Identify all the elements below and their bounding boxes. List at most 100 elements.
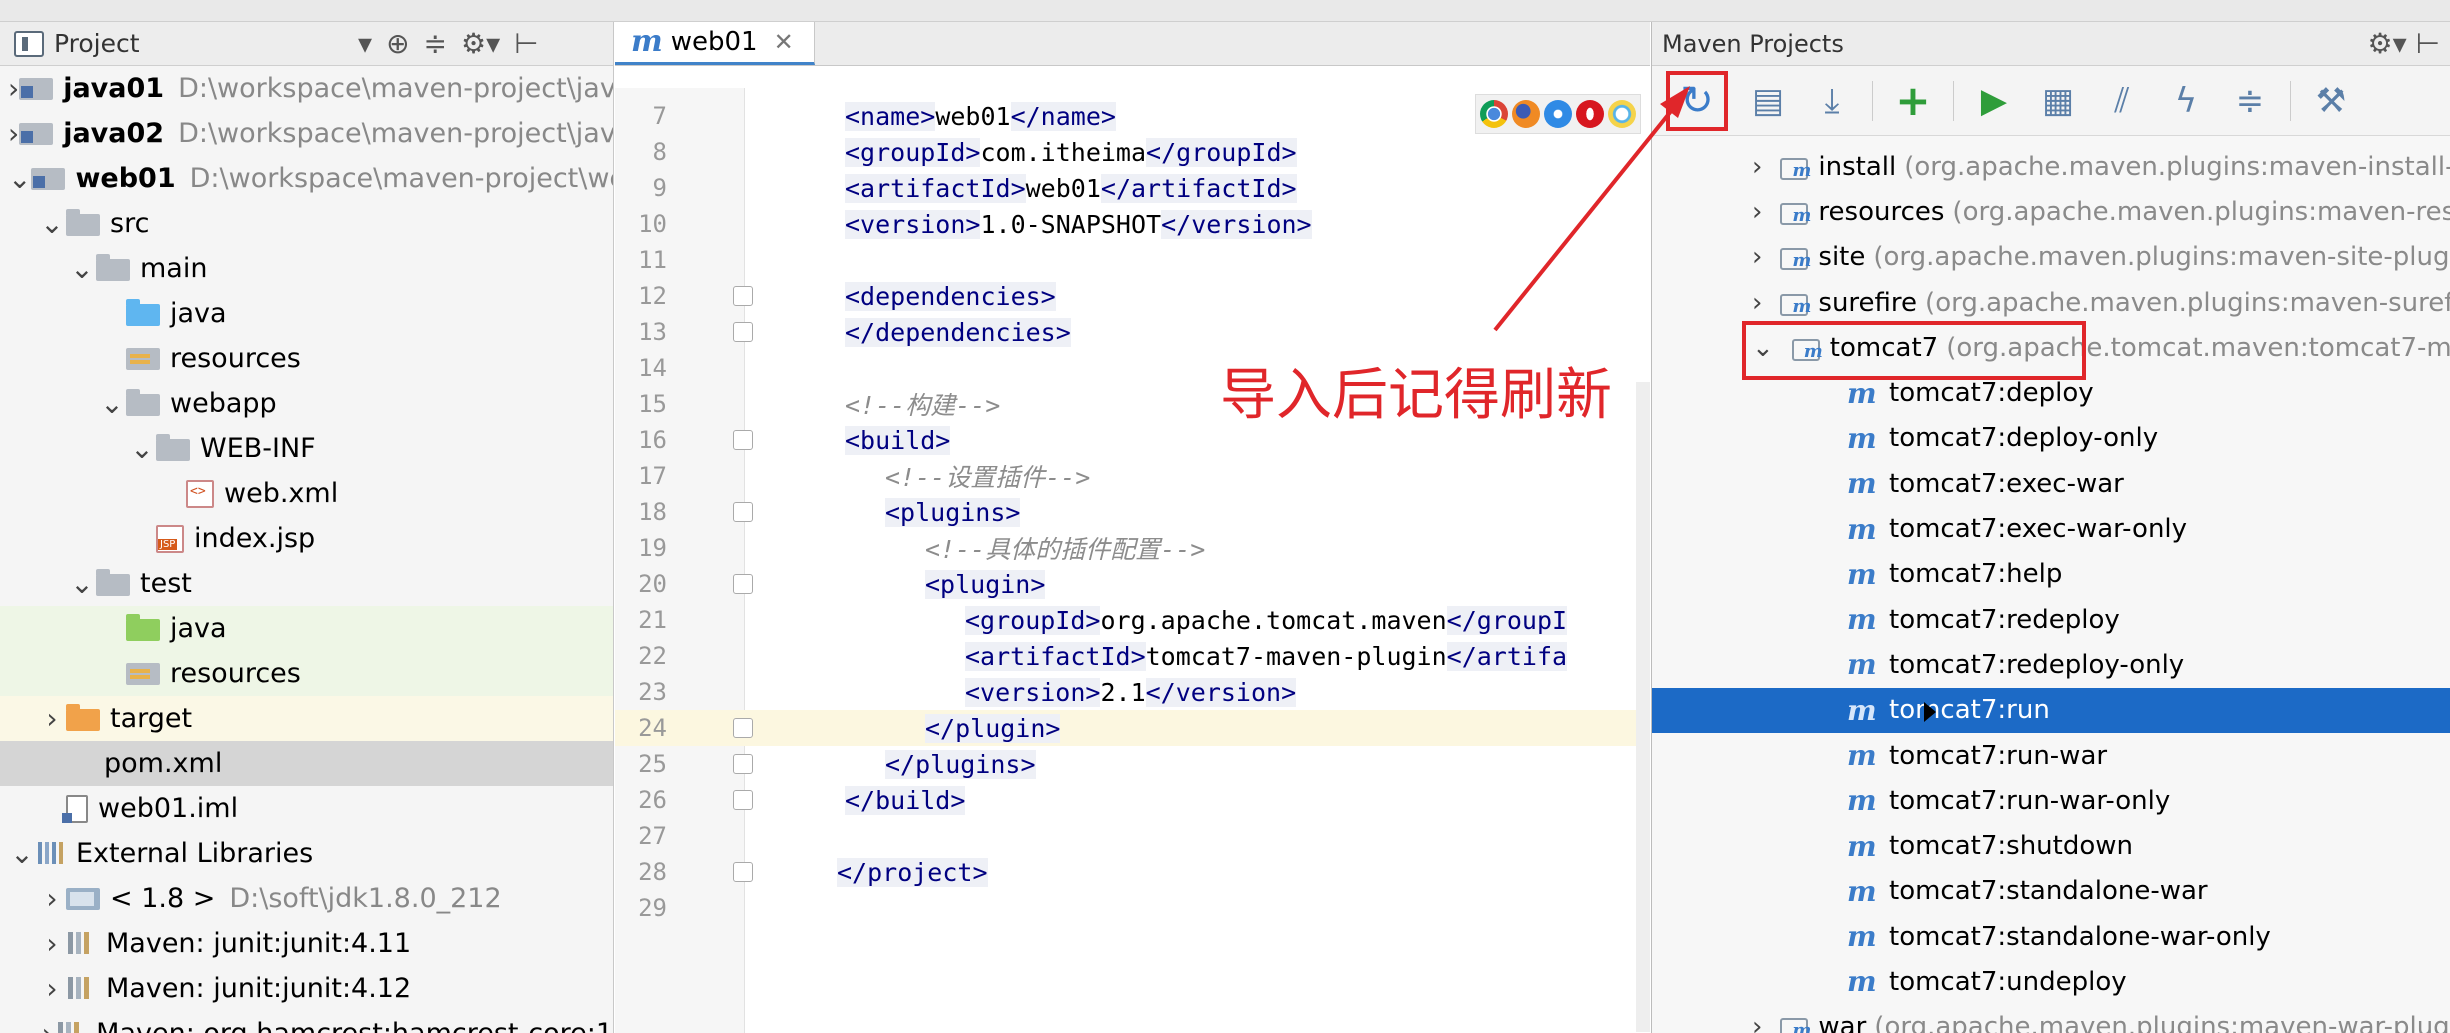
maven-goal-item[interactable]: m tomcat7:run xyxy=(1652,687,2450,733)
editor-scrollbar[interactable] xyxy=(1636,382,1650,1032)
maven-plugin-war[interactable]: › war (org.apache.maven.plugins:maven-war-… xyxy=(1652,1005,2450,1033)
reimport-refresh-icon[interactable]: ↻ xyxy=(1666,70,1728,131)
maven-goal-item[interactable]: m tomcat7:redeploy xyxy=(1652,597,2450,642)
maven-plugin-install[interactable]: › install(org.apache.maven.plugins:maven-… xyxy=(1652,144,2450,189)
maven-plugin-site[interactable]: › site(org.apache.maven.plugins:maven-sit… xyxy=(1652,235,2450,280)
maven-goal-item[interactable]: m tomcat7:exec-war-only xyxy=(1652,506,2450,551)
maven-plugin-tomcat7[interactable]: ⌄ tomcat7(org.apache.tomcat.maven:tomcat7… xyxy=(1652,325,2450,370)
tree-item[interactable]: › java01 D:\workspace\maven-project\jav xyxy=(0,66,613,111)
hide-pane-icon[interactable]: ⊢ xyxy=(514,27,538,60)
expand-arrow-icon[interactable]: ⌄ xyxy=(68,252,96,285)
fold-marker-icon[interactable] xyxy=(733,322,753,342)
expand-arrow-icon[interactable]: › xyxy=(1752,197,1762,227)
tree-item[interactable]: web01.iml xyxy=(0,786,613,831)
fold-marker-icon[interactable] xyxy=(733,754,753,774)
code-line[interactable]: 9 <artifactId>web01</artifactId> xyxy=(615,170,1650,206)
ie-icon[interactable] xyxy=(1608,100,1636,128)
expand-arrow-icon[interactable]: › xyxy=(1752,288,1762,318)
code-line[interactable]: 17 <!--设置插件--> xyxy=(615,458,1650,494)
download-icon[interactable]: ⤓ xyxy=(1808,77,1856,125)
expand-arrow-icon[interactable]: ⌄ xyxy=(8,837,36,870)
code-line[interactable]: 10 <version>1.0-SNAPSHOT</version> xyxy=(615,206,1650,242)
expand-arrow-icon[interactable]: › xyxy=(38,702,66,735)
maven-plugin-surefire[interactable]: › surefire(org.apache.maven.plugins:maven… xyxy=(1652,280,2450,325)
maven-goal-item[interactable]: m tomcat7:deploy xyxy=(1652,370,2450,415)
code-line[interactable]: 23 <version>2.1</version> xyxy=(615,674,1650,710)
maven-goal-item[interactable]: m tomcat7:standalone-war-only xyxy=(1652,914,2450,959)
generate-sources-icon[interactable]: ▤ xyxy=(1744,77,1792,125)
code-line[interactable]: 24 </plugin> xyxy=(615,710,1650,746)
tree-item[interactable]: ⌄ WEB-INF xyxy=(0,426,613,471)
locate-icon[interactable]: ⊕ xyxy=(386,27,409,60)
collapse-all-icon[interactable]: ≑ xyxy=(2226,77,2274,125)
code-line[interactable]: 12 <dependencies> xyxy=(615,278,1650,314)
collapse-all-icon[interactable]: ≑ xyxy=(424,27,447,60)
code-line[interactable]: 27 xyxy=(615,818,1650,854)
tree-item[interactable]: › java02 D:\workspace\maven-project\jav xyxy=(0,111,613,156)
expand-arrow-icon[interactable]: › xyxy=(38,972,66,1005)
expand-arrow-icon[interactable]: › xyxy=(8,72,19,105)
fold-marker-icon[interactable] xyxy=(733,574,753,594)
tree-item[interactable]: ⌄ External Libraries xyxy=(0,831,613,876)
safari-icon[interactable] xyxy=(1544,100,1572,128)
project-pane-title[interactable]: Project xyxy=(54,29,344,58)
code-line[interactable]: 28 </project> xyxy=(615,854,1650,890)
maven-goal-item[interactable]: m tomcat7:exec-war xyxy=(1652,461,2450,506)
expand-arrow-icon[interactable]: ⌄ xyxy=(98,387,126,420)
expand-arrow-icon[interactable]: › xyxy=(8,117,19,150)
lightning-icon[interactable]: ϟ xyxy=(2162,77,2210,125)
expand-arrow-icon[interactable]: ⌄ xyxy=(128,432,156,465)
tree-item[interactable]: ⌄ main xyxy=(0,246,613,291)
expand-arrow-icon[interactable]: › xyxy=(1752,152,1762,182)
tree-item[interactable]: ⌄ webapp xyxy=(0,381,613,426)
code-line[interactable]: 13 </dependencies> xyxy=(615,314,1650,350)
expand-arrow-icon[interactable]: › xyxy=(38,1017,56,1033)
expand-arrow-icon[interactable]: › xyxy=(38,882,66,915)
maven-goal-item[interactable]: m tomcat7:run-war-only xyxy=(1652,778,2450,823)
tree-item[interactable]: ⌄ test xyxy=(0,561,613,606)
fold-marker-icon[interactable] xyxy=(733,790,753,810)
maven-goal-item[interactable]: m tomcat7:run-war xyxy=(1652,733,2450,778)
code-line[interactable]: 21 <groupId>org.apache.tomcat.maven</grou… xyxy=(615,602,1650,638)
maven-goal-item[interactable]: m tomcat7:deploy-only xyxy=(1652,416,2450,461)
tab-web01[interactable]: m web01 ✕ xyxy=(615,22,815,65)
opera-icon[interactable] xyxy=(1576,100,1604,128)
fold-marker-icon[interactable] xyxy=(733,286,753,306)
fold-marker-icon[interactable] xyxy=(733,502,753,522)
skip-tests-icon[interactable]: ⫽ xyxy=(2098,77,2146,125)
tree-item[interactable]: › Maven: org.hamcrest:hamcrest-core:1 xyxy=(0,1011,613,1033)
expand-arrow-icon[interactable]: ⌄ xyxy=(38,207,66,240)
tree-item[interactable]: resources xyxy=(0,336,613,381)
code-line[interactable]: 18 <plugins> xyxy=(615,494,1650,530)
tree-item[interactable]: › < 1.8 > D:\soft\jdk1.8.0_212 xyxy=(0,876,613,921)
toggle-offline-icon[interactable]: ▦ xyxy=(2034,77,2082,125)
maven-goal-item[interactable]: m tomcat7:help xyxy=(1652,552,2450,597)
maven-goal-item[interactable]: m tomcat7:shutdown xyxy=(1652,823,2450,868)
tree-item[interactable]: › Maven: junit:junit:4.12 xyxy=(0,966,613,1011)
run-icon[interactable]: ▶ xyxy=(1970,77,2018,125)
expand-arrow-icon[interactable]: ⌄ xyxy=(68,567,96,600)
fold-marker-icon[interactable] xyxy=(733,430,753,450)
tree-item[interactable]: java xyxy=(0,606,613,651)
expand-arrow-icon[interactable]: ⌄ xyxy=(8,162,31,195)
tree-item[interactable]: mpom.xml xyxy=(0,741,613,786)
code-line[interactable]: 19 <!--具体的插件配置--> xyxy=(615,530,1650,566)
expand-arrow-icon[interactable]: › xyxy=(1752,242,1762,272)
code-line[interactable]: 11 xyxy=(615,242,1650,278)
settings-icon[interactable]: ⚒ xyxy=(2307,77,2355,125)
tree-item[interactable]: ⌄ src xyxy=(0,201,613,246)
gear-icon[interactable]: ⚙▾ ⊢ xyxy=(2368,27,2440,60)
add-icon[interactable]: + xyxy=(1889,76,1937,125)
tree-item[interactable]: › Maven: junit:junit:4.11 xyxy=(0,921,613,966)
code-line[interactable]: 29 xyxy=(615,890,1650,926)
close-icon[interactable]: ✕ xyxy=(774,28,794,56)
chrome-icon[interactable] xyxy=(1480,100,1508,128)
maven-goal-item[interactable]: m tomcat7:redeploy-only xyxy=(1652,642,2450,687)
expand-arrow-icon[interactable]: › xyxy=(38,927,66,960)
maven-plugin-resources[interactable]: › resources(org.apache.maven.plugins:mave… xyxy=(1652,189,2450,234)
fold-marker-icon[interactable] xyxy=(733,862,753,882)
tree-item[interactable]: web.xml xyxy=(0,471,613,516)
tree-item[interactable]: java xyxy=(0,291,613,336)
code-line[interactable]: 25 </plugins> xyxy=(615,746,1650,782)
tree-item[interactable]: index.jsp xyxy=(0,516,613,561)
